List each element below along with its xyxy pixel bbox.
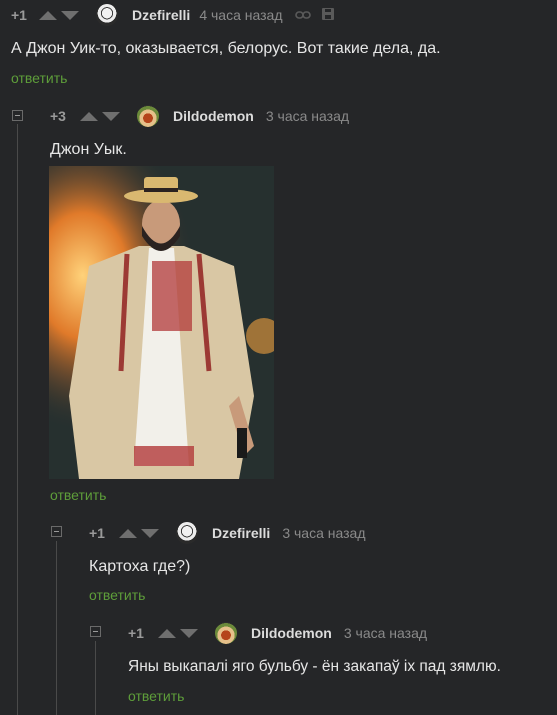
reply-button[interactable]: ответить: [11, 70, 67, 86]
collapse-thread-button[interactable]: [12, 110, 23, 121]
upvote-arrow-icon[interactable]: [38, 10, 57, 20]
avatar[interactable]: [175, 522, 198, 544]
upvote-arrow-icon[interactable]: [157, 628, 176, 638]
reply-button[interactable]: ответить: [128, 688, 184, 704]
comment-text: Джон Уык.: [50, 141, 127, 158]
avatar[interactable]: [136, 105, 159, 127]
comment-text: А Джон Уик-то, оказывается, белорус. Вот…: [11, 40, 441, 57]
avatar[interactable]: [214, 622, 237, 644]
reply-button[interactable]: ответить: [50, 487, 106, 503]
author-name[interactable]: Dildodemon: [173, 108, 254, 124]
thread-line-level2: [56, 541, 57, 715]
comment-header: +1 Dzefirelli 4 часа назад: [11, 3, 334, 27]
upvote-arrow-icon[interactable]: [118, 528, 137, 538]
save-icon[interactable]: [321, 7, 334, 23]
timestamp[interactable]: 3 часа назад: [282, 525, 365, 541]
rating-value: +1: [128, 625, 144, 641]
timestamp[interactable]: 4 часа назад: [199, 7, 282, 23]
avatar[interactable]: [95, 4, 118, 26]
downvote-arrow-icon[interactable]: [60, 10, 79, 20]
timestamp[interactable]: 3 часа назад: [344, 625, 427, 641]
downvote-arrow-icon[interactable]: [101, 111, 120, 121]
collapse-thread-button[interactable]: [51, 526, 62, 537]
author-name[interactable]: Dzefirelli: [212, 525, 270, 541]
timestamp[interactable]: 3 часа назад: [266, 108, 349, 124]
comment-header: +3 Dildodemon 3 часа назад: [50, 104, 349, 128]
rating-value: +3: [50, 108, 66, 124]
comment-header: +1 Dzefirelli 3 часа назад: [89, 521, 366, 545]
author-name[interactable]: Dzefirelli: [132, 7, 190, 23]
author-name[interactable]: Dildodemon: [251, 625, 332, 641]
downvote-arrow-icon[interactable]: [179, 628, 198, 638]
thread-line-level1: [17, 124, 18, 715]
comment-text: Яны выкапалі яго бульбу - ён закапаў іх …: [128, 658, 501, 675]
reply-button[interactable]: ответить: [89, 587, 145, 603]
upvote-arrow-icon[interactable]: [79, 111, 98, 121]
rating-value: +1: [89, 525, 105, 541]
downvote-arrow-icon[interactable]: [140, 528, 159, 538]
collapse-thread-button[interactable]: [90, 626, 101, 637]
link-icon[interactable]: [294, 7, 311, 23]
thread-line-level3: [95, 641, 96, 715]
rating-value: +1: [11, 7, 27, 23]
comment-image[interactable]: [49, 166, 274, 479]
comment-text: Картоха где?): [89, 558, 191, 575]
comment-header: +1 Dildodemon 3 часа назад: [128, 621, 427, 645]
